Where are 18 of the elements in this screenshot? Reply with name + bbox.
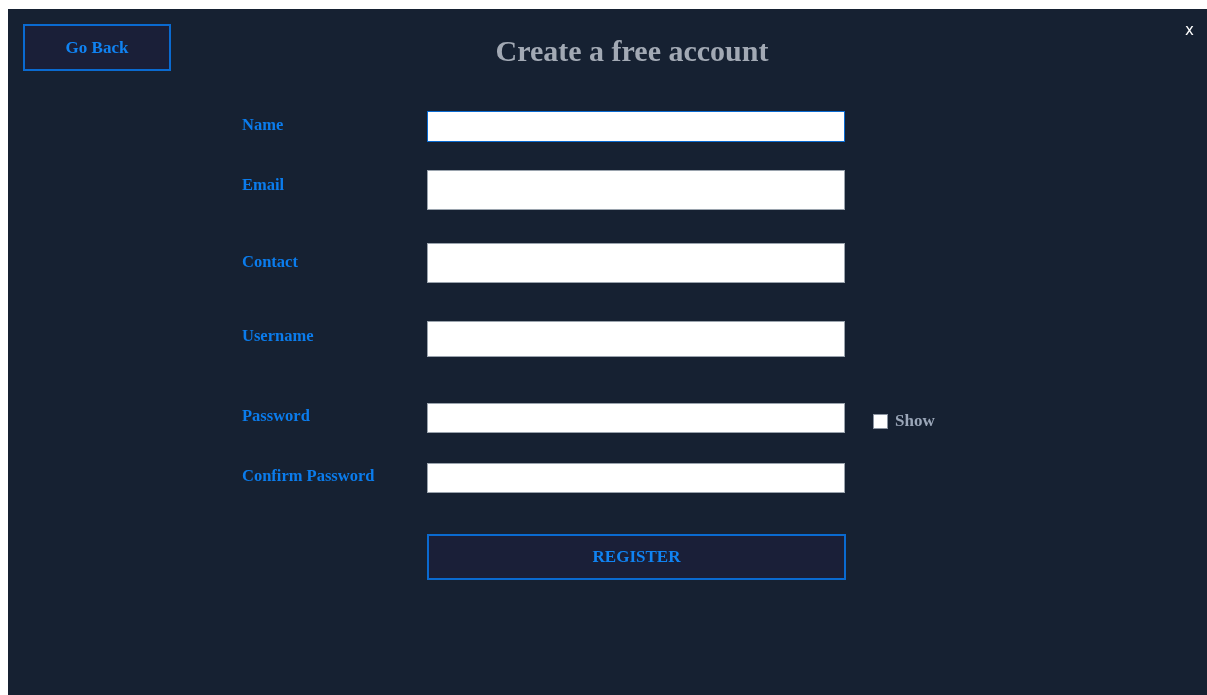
go-back-button[interactable]: Go Back [23, 24, 171, 71]
show-checkbox[interactable] [873, 413, 888, 429]
field-label: Username [242, 326, 315, 346]
input-field[interactable] [427, 463, 845, 493]
input-field[interactable] [427, 403, 845, 433]
field-label: Name [242, 115, 285, 135]
page-title: Create a free account [495, 34, 769, 68]
input-field[interactable] [427, 321, 845, 357]
field-label: Contact [242, 252, 299, 272]
input-field[interactable] [427, 170, 845, 210]
field-label: Password [242, 406, 311, 426]
input-field[interactable] [427, 243, 845, 283]
show-label: Show [895, 411, 935, 431]
register-button[interactable]: REGISTER [427, 534, 846, 580]
close-button[interactable]: x [1185, 21, 1194, 39]
field-label: Email [242, 175, 286, 195]
field-label: Confirm Password [242, 466, 376, 486]
input-field[interactable] [427, 111, 845, 142]
